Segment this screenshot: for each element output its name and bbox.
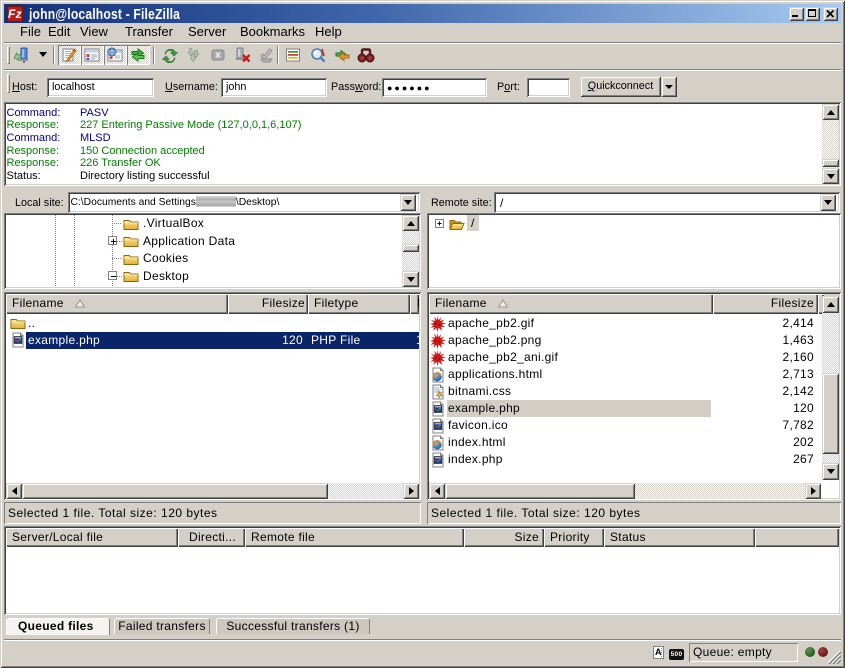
svg-text:A: A [655, 647, 662, 657]
